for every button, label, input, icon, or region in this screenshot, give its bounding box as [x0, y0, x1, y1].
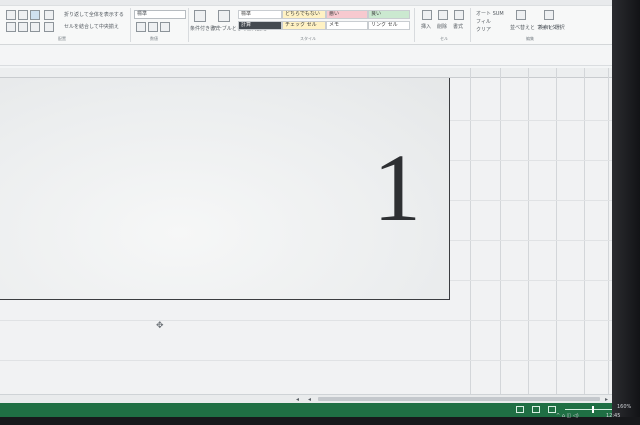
percent-icon[interactable] [148, 22, 158, 32]
comma-icon[interactable] [160, 22, 170, 32]
cell-value: 1 [373, 134, 421, 241]
delete-button[interactable]: 削除 [437, 23, 447, 30]
grid-line [0, 320, 612, 321]
align-top-icon[interactable] [6, 10, 16, 20]
group-separator [130, 8, 131, 42]
page-layout-icon[interactable] [532, 406, 540, 413]
style-linked-cell[interactable]: リンク セル [368, 21, 410, 30]
normal-view-icon[interactable] [516, 406, 524, 413]
group-separator [414, 8, 415, 42]
orientation-icon[interactable] [44, 10, 54, 20]
grid-line [556, 68, 557, 398]
group-label-alignment: 配置 [58, 36, 66, 41]
indent-icon[interactable] [44, 22, 54, 32]
insert-button[interactable]: 挿入 [421, 23, 431, 30]
excel-window: 折り返して全体を表示する セルを結合して中央揃え 配置 標準 数値 条件付き書式… [0, 0, 612, 417]
find-select-button[interactable]: 検索と 選択 [538, 24, 565, 31]
grid-line [450, 280, 612, 281]
currency-icon[interactable] [136, 22, 146, 32]
format-button[interactable]: 書式 [453, 23, 463, 30]
zoom-slider-knob[interactable] [592, 406, 594, 413]
zoom-slider[interactable] [565, 409, 612, 410]
number-format-dropdown[interactable]: 標準 [134, 10, 186, 19]
monitor-bezel [612, 0, 640, 425]
grid-line [584, 68, 585, 398]
wrap-text-button[interactable]: 折り返して全体を表示する [64, 11, 124, 18]
autosum-button[interactable]: オート SUM [476, 10, 504, 17]
grid-line [450, 240, 612, 241]
find-select-icon[interactable] [544, 10, 554, 20]
page-break-icon[interactable] [548, 406, 556, 413]
ribbon-tab-strip [0, 0, 612, 6]
align-center-icon[interactable] [18, 22, 28, 32]
group-label-number: 数値 [150, 36, 158, 41]
conditional-format-icon[interactable] [194, 10, 206, 22]
style-check-cell[interactable]: チェック セル [282, 21, 326, 30]
group-separator [470, 8, 471, 42]
system-tray: ^ ⌂ ◫ ◁) [556, 413, 579, 419]
clock: 12:45 [606, 413, 621, 419]
grid-line [470, 68, 471, 398]
style-calculation[interactable]: 計算 [238, 21, 282, 30]
grid-line [500, 68, 501, 398]
grid-line [450, 160, 612, 161]
merge-center-button[interactable]: セルを結合して中央揃え [64, 23, 119, 30]
sort-filter-icon[interactable] [516, 10, 526, 20]
table-format-icon[interactable] [218, 10, 230, 22]
grid-line [608, 68, 609, 398]
scroll-left-icon[interactable]: ◂ [294, 396, 301, 403]
group-label-cells: セル [440, 36, 448, 41]
scroll-thumb[interactable] [318, 397, 600, 401]
formula-bar[interactable] [0, 47, 612, 66]
monitor-bezel [0, 417, 640, 425]
align-left-icon[interactable] [6, 22, 16, 32]
zoom-level[interactable]: 160% [617, 404, 631, 410]
style-note[interactable]: メモ [326, 21, 368, 30]
style-good[interactable]: 良い [368, 10, 410, 19]
align-bottom-icon[interactable] [30, 10, 40, 20]
ribbon: 折り返して全体を表示する セルを結合して中央揃え 配置 標準 数値 条件付き書式… [0, 0, 612, 45]
delete-icon[interactable] [438, 10, 448, 20]
align-middle-icon[interactable] [18, 10, 28, 20]
align-right-icon[interactable] [30, 22, 40, 32]
grid-line [0, 360, 612, 361]
grid-line [528, 68, 529, 398]
grid-line [450, 120, 612, 121]
column-headers [0, 68, 612, 78]
insert-icon[interactable] [422, 10, 432, 20]
style-bad[interactable]: 悪い [326, 10, 368, 19]
clear-button[interactable]: クリア [476, 26, 491, 33]
group-label-editing: 編集 [526, 36, 534, 41]
merged-cell[interactable]: 1 [0, 78, 450, 300]
scroll-right-icon[interactable]: ▸ [603, 396, 610, 403]
style-neutral[interactable]: どちらでもない [282, 10, 326, 19]
grid-line [450, 200, 612, 201]
style-normal[interactable]: 標準 [238, 10, 282, 19]
group-separator [188, 8, 189, 42]
mouse-cursor-icon: ✥ [156, 321, 164, 331]
fill-button[interactable]: フィル [476, 18, 491, 25]
scroll-left-icon[interactable]: ◂ [306, 396, 313, 403]
format-icon[interactable] [454, 10, 464, 20]
group-label-styles: スタイル [300, 36, 316, 41]
status-bar [0, 403, 612, 417]
